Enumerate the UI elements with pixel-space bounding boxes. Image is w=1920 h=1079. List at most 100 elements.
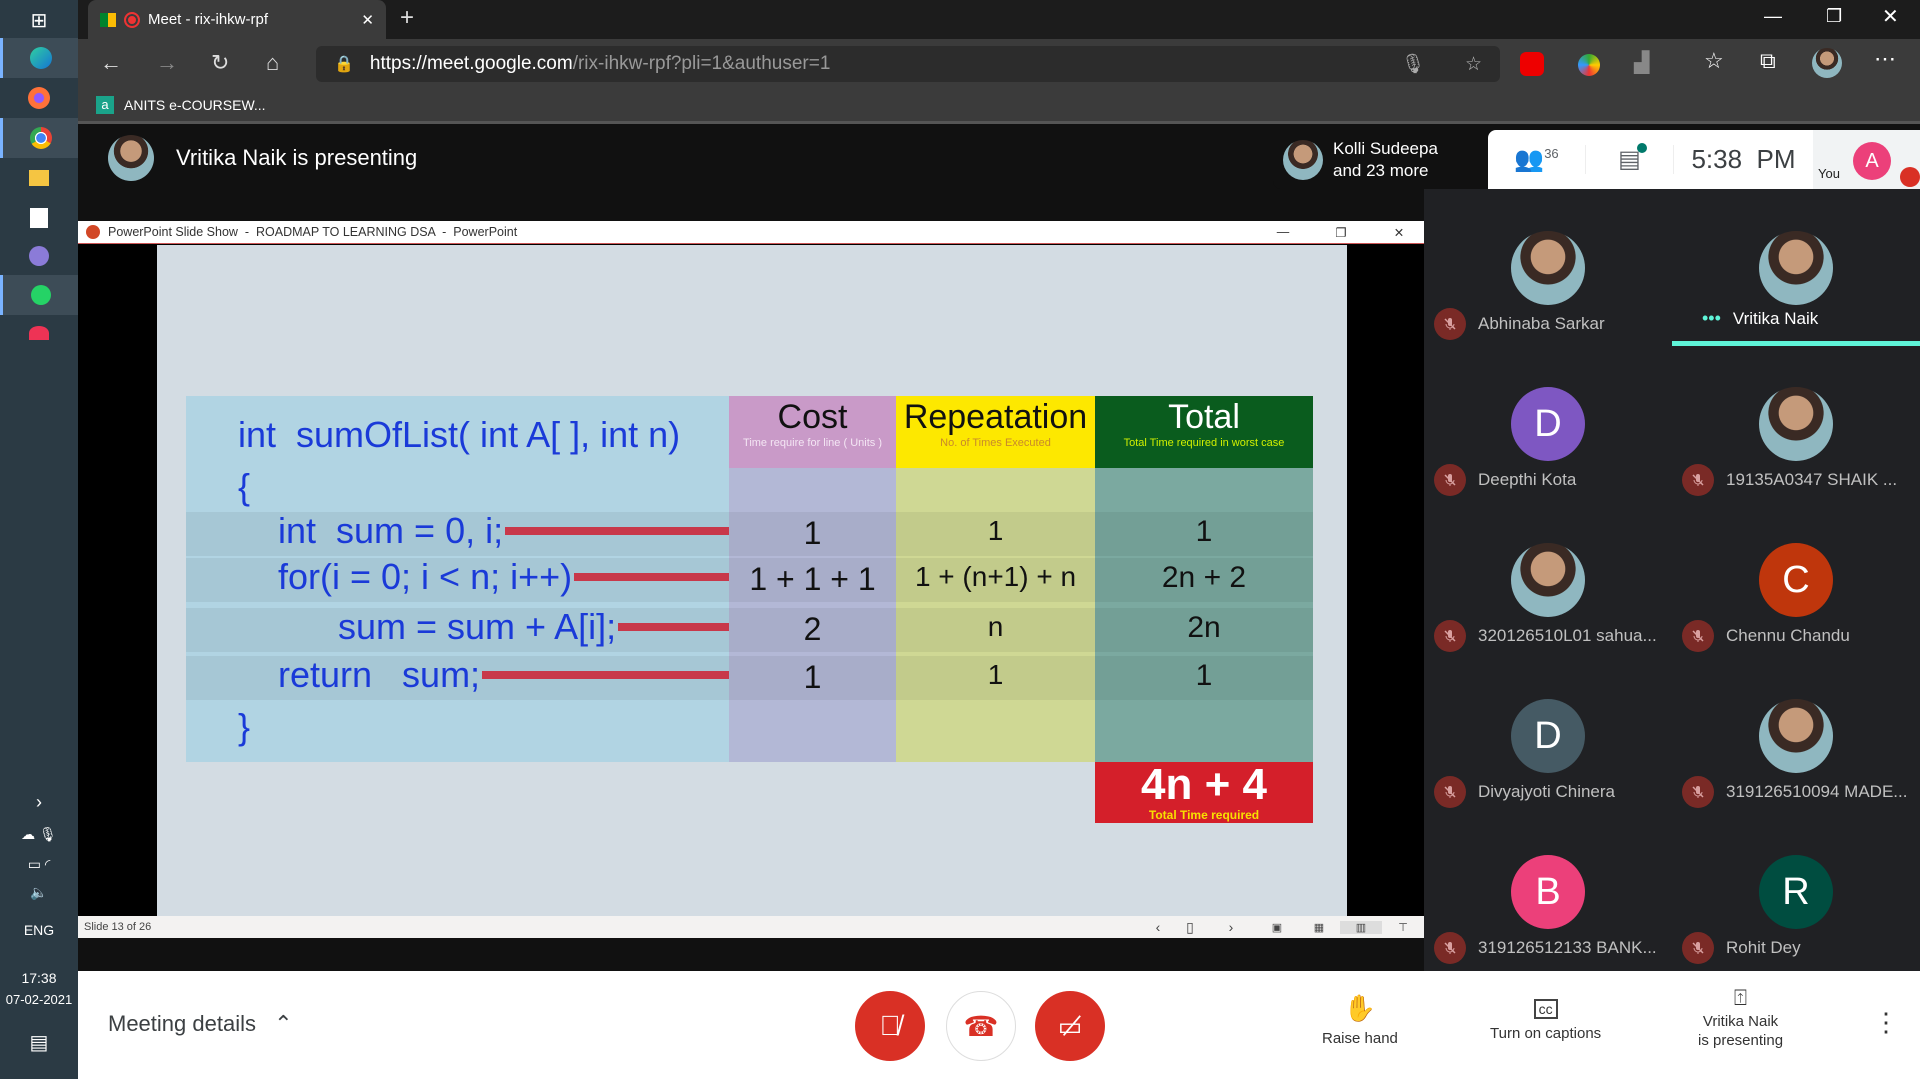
notification-icon[interactable]: ▤ <box>0 1030 78 1055</box>
participant-avatar: B <box>1511 855 1585 929</box>
lock-icon[interactable]: 🔒 <box>334 54 354 74</box>
participant-avatar: C <box>1759 543 1833 617</box>
taskbar-date[interactable]: 07-02-2021 <box>0 992 78 1007</box>
address-bar[interactable]: 🔒 https://meet.google.com/rix-ihkw-rpf?p… <box>316 46 1500 82</box>
home-icon[interactable]: ⌂ <box>266 50 279 76</box>
total-result-box: 4n + 4 Total Time required <box>1095 762 1313 823</box>
windows-taskbar: ⊞ › ☁ 🎙 ▭ ◜ 🔈 ENG 17:38 07-02-2021 ▤ <box>0 0 78 1079</box>
participant-avatar <box>1759 699 1833 773</box>
collections-icon[interactable]: ⧉ <box>1760 48 1776 74</box>
more-menu-icon[interactable]: ⋯ <box>1874 46 1896 72</box>
volume-icon[interactable]: 🔈 <box>0 884 78 901</box>
app2-icon[interactable] <box>0 313 78 353</box>
add-favorite-icon[interactable]: ☆ <box>1465 53 1482 76</box>
muted-mic-icon <box>1682 620 1714 652</box>
slide-sorter-button[interactable]: ▦ <box>1298 921 1340 934</box>
participant-tile[interactable]: C Chennu Chandu <box>1672 503 1920 659</box>
profile-avatar[interactable] <box>1812 48 1842 78</box>
minimize-button[interactable]: — <box>1764 6 1782 27</box>
participant-name: 319126510094 MADE... <box>1726 782 1908 801</box>
participant-tile[interactable]: 320126510L01 sahua... <box>1424 503 1672 659</box>
participant-tile[interactable]: Abhinaba Sarkar <box>1424 191 1672 347</box>
leave-call-button[interactable]: ☎ <box>946 991 1016 1061</box>
participant-tile[interactable]: 319126510094 MADE... <box>1672 659 1920 815</box>
slide-menu-button[interactable]: ▯ <box>1174 919 1206 936</box>
repeatation-cell: n <box>987 611 1004 642</box>
stats-extension-icon[interactable]: ▟ <box>1634 50 1649 75</box>
prev-slide-button[interactable]: ‹ <box>1142 919 1174 935</box>
participant-tile[interactable]: ••• Vritika Naik <box>1672 191 1920 347</box>
self-avatar: A <box>1853 142 1891 180</box>
camera-toggle-button[interactable]: ▭̸ <box>1035 991 1105 1061</box>
normal-view-button[interactable]: ▣ <box>1256 921 1298 934</box>
participant-tile[interactable]: R Rohit Dey <box>1672 815 1920 971</box>
self-view[interactable]: You A <box>1813 130 1920 189</box>
file-explorer-icon[interactable] <box>0 158 78 198</box>
participant-tile[interactable]: D Divyajyoti Chinera <box>1424 659 1672 815</box>
close-window-button[interactable]: ✕ <box>1882 4 1899 29</box>
chat-button[interactable]: ▤ <box>1586 143 1674 174</box>
function-signature: int sumOfList( int A[ ], int n) <box>238 414 681 455</box>
ppt-status-bar: Slide 13 of 26 ‹ ▯ › ▣ ▦ ▥ ⊤ <box>78 916 1424 938</box>
participant-avatar <box>1759 231 1833 305</box>
tab-meet[interactable]: Meet - rix-ihkw-rpf ✕ <box>88 0 386 39</box>
participant-tile[interactable]: D Deepthi Kota <box>1424 347 1672 503</box>
muted-mic-icon <box>1434 776 1466 808</box>
reload-icon[interactable]: ↻ <box>211 50 229 76</box>
meeting-top-bar: Kolli Sudeepa and 23 more 👥36 ▤ 5:38 PM … <box>1273 130 1920 189</box>
participant-avatar <box>1759 387 1833 461</box>
participant-avatar <box>1511 543 1585 617</box>
chevron-up-icon: ⌃ <box>274 1011 293 1036</box>
chat-unread-dot <box>1637 143 1647 153</box>
edge-icon[interactable] <box>0 38 78 78</box>
speaker-avatar <box>1283 139 1323 180</box>
language-indicator[interactable]: ENG <box>0 922 78 938</box>
bookmark-anits[interactable]: ANITS e-COURSEW... <box>124 97 266 113</box>
tab-close-icon[interactable]: ✕ <box>361 11 374 29</box>
mic-icon[interactable]: 🎙 <box>1401 52 1425 76</box>
store-icon[interactable] <box>0 198 78 238</box>
bookmark-favicon: a <box>96 95 114 114</box>
powerpoint-window: PowerPoint Slide Show - ROADMAP TO LEARN… <box>78 221 1424 938</box>
back-icon[interactable]: ← <box>100 50 122 76</box>
adblock-extension-icon[interactable] <box>1520 52 1544 76</box>
total-cell: 1 <box>1195 515 1213 548</box>
participant-tile[interactable]: 19135A0347 SHAIK ... <box>1672 347 1920 503</box>
chevron-up-icon[interactable]: › <box>0 792 78 813</box>
slideshow-button[interactable]: ⊤ <box>1382 921 1424 934</box>
participant-avatar: D <box>1511 387 1585 461</box>
participant-tile[interactable]: B 319126512133 BANK... <box>1424 815 1672 971</box>
windows-start-icon[interactable]: ⊞ <box>0 0 78 40</box>
forward-icon[interactable]: → <box>156 50 178 76</box>
ppt-close[interactable]: ✕ <box>1374 225 1424 240</box>
cloud-mic-icons[interactable]: ☁ 🎙 <box>0 826 78 843</box>
captions-button[interactable]: cc Turn on captions <box>1490 993 1601 1042</box>
people-button[interactable]: 👥36 <box>1488 145 1586 174</box>
whatsapp-icon[interactable] <box>0 275 78 315</box>
unmute-mic-button[interactable]: 🎙̸ <box>855 991 925 1061</box>
reading-view-button[interactable]: ▥ <box>1340 920 1382 934</box>
firefox-icon[interactable] <box>0 78 78 118</box>
next-slide-button[interactable]: › <box>1206 919 1256 935</box>
chrome-icon[interactable] <box>0 118 78 158</box>
camera-off-icon: ▭̸ <box>1057 1010 1083 1041</box>
battery-wifi-icons[interactable]: ▭ ◜ <box>0 856 78 873</box>
favorites-icon[interactable]: ☆ <box>1704 48 1724 74</box>
repeatation-header: Repeatation No. of Times Executed <box>896 396 1095 468</box>
taskbar-time[interactable]: 17:38 <box>0 970 78 986</box>
meeting-details-button[interactable]: Meeting details ⌃ <box>108 1011 293 1037</box>
raise-hand-button[interactable]: ✋ Raise hand <box>1322 993 1398 1047</box>
app-icon[interactable] <box>0 236 78 276</box>
ppt-minimize[interactable]: — <box>1258 225 1308 239</box>
speaker-name: Kolli Sudeepa <box>1333 138 1438 158</box>
code-line: for(i = 0; i < n; i++) <box>278 556 729 598</box>
download-manager-extension-icon[interactable] <box>1578 54 1600 76</box>
more-options-icon[interactable]: ⋮ <box>1873 1007 1899 1038</box>
new-tab-button[interactable]: + <box>400 4 414 32</box>
connector-line <box>505 527 729 535</box>
presentation-button[interactable]: ⍐ Vritika Naik is presenting <box>1698 985 1783 1049</box>
restore-button[interactable]: ❐ <box>1826 6 1842 27</box>
participant-name: 19135A0347 SHAIK ... <box>1726 470 1898 489</box>
ppt-restore[interactable]: ❐ <box>1316 225 1366 240</box>
participant-name: Abhinaba Sarkar <box>1478 314 1605 333</box>
